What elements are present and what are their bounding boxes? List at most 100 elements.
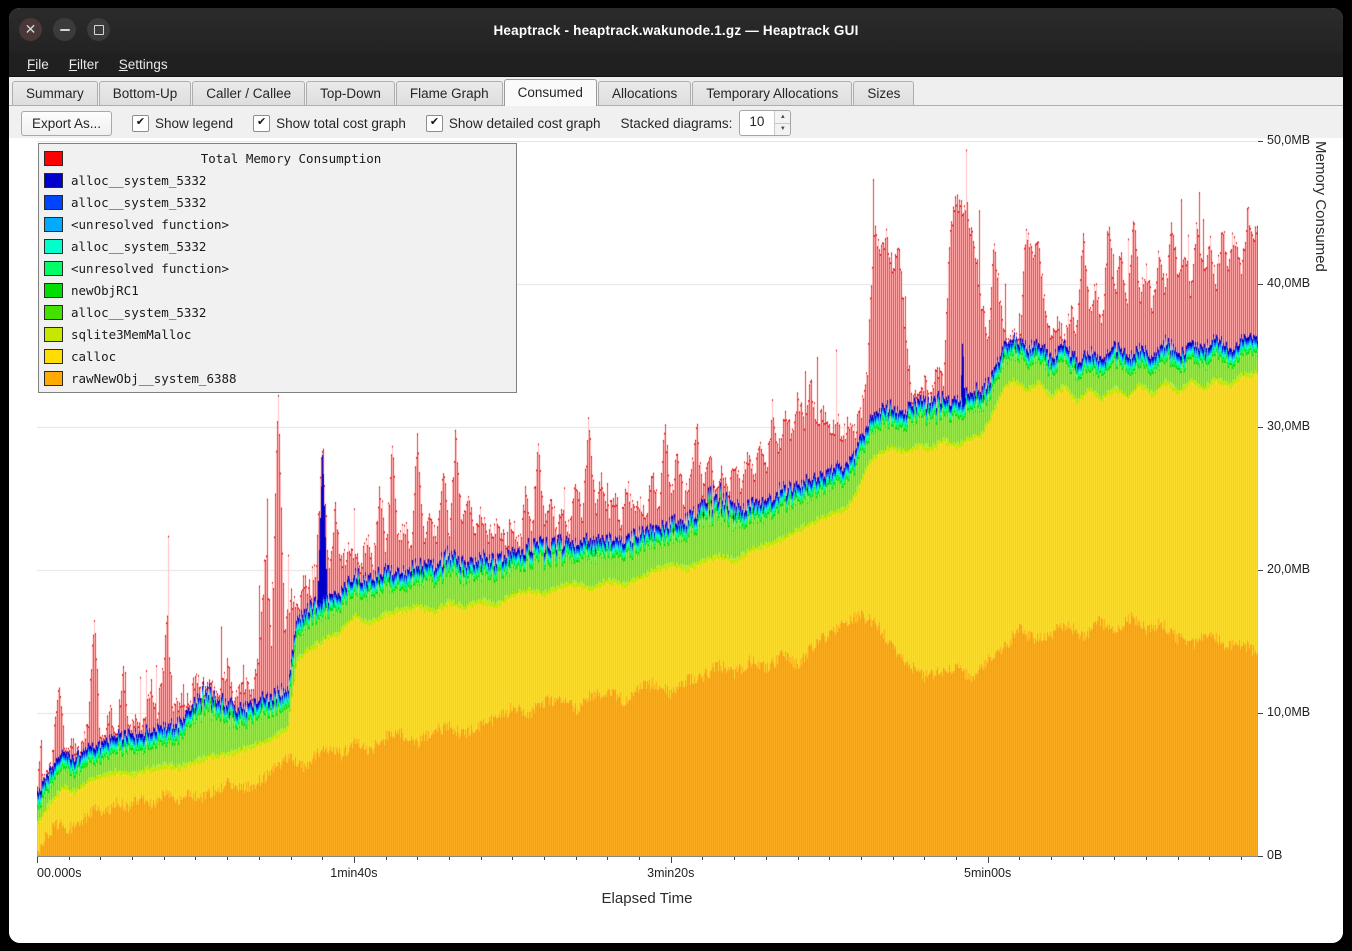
legend-label: alloc__system_5332: [71, 195, 206, 210]
y-tick-label: 30,0MB: [1267, 419, 1310, 433]
x-axis-minor-tick: [924, 857, 925, 860]
y-tick-label: 50,0MB: [1267, 133, 1310, 147]
tab-bottom-up[interactable]: Bottom-Up: [99, 81, 192, 105]
x-axis-minor-tick: [1178, 857, 1179, 860]
x-tick-label: 1min40s: [330, 866, 377, 880]
spinner-buttons: ▲ ▼: [774, 111, 790, 135]
checkbox-label: Show legend: [155, 116, 233, 131]
legend-label: <unresolved function>: [71, 217, 229, 232]
legend-item: rawNewObj__system_6388: [44, 367, 511, 389]
x-axis-minor-tick: [449, 857, 450, 860]
legend-label: alloc__system_5332: [71, 173, 206, 188]
close-button[interactable]: ✕: [19, 18, 42, 41]
x-axis-minor-tick: [1209, 857, 1210, 860]
checkbox-show-total-cost-graph[interactable]: ✔ Show total cost graph: [253, 115, 406, 132]
spinner-down-button[interactable]: ▼: [775, 124, 790, 136]
maximize-icon: [94, 25, 104, 35]
legend-swatch: [44, 239, 63, 254]
x-axis-title: Elapsed Time: [602, 890, 693, 907]
checkbox-box: ✔: [426, 115, 443, 132]
close-icon: ✕: [25, 22, 37, 36]
legend-label: alloc__system_5332: [71, 305, 206, 320]
y-tick-label: 20,0MB: [1267, 562, 1310, 576]
check-icon: ✔: [136, 117, 145, 128]
window-controls: ✕: [19, 18, 110, 41]
tab-flame-graph[interactable]: Flame Graph: [396, 81, 503, 105]
x-axis-minor-tick: [1241, 857, 1242, 860]
legend-item: alloc__system_5332: [44, 301, 511, 323]
tab-sizes[interactable]: Sizes: [853, 81, 914, 105]
x-axis-minor-tick: [576, 857, 577, 860]
maximize-button[interactable]: [87, 18, 110, 41]
export-as-button[interactable]: Export As...: [21, 111, 112, 136]
legend-swatch: [44, 217, 63, 232]
y-axis-tick: [1258, 570, 1263, 571]
x-axis-minor-tick: [481, 857, 482, 860]
tab-caller-callee[interactable]: Caller / Callee: [192, 81, 305, 105]
stacked-diagrams-spinner[interactable]: 10 ▲ ▼: [739, 110, 791, 136]
legend-item: <unresolved function>: [44, 257, 511, 279]
stacked-diagrams-control: Stacked diagrams: 10 ▲ ▼: [621, 110, 792, 136]
stacked-diagrams-label: Stacked diagrams:: [621, 116, 733, 131]
x-axis-minor-tick: [1114, 857, 1115, 860]
checkbox-box: ✔: [253, 115, 270, 132]
y-axis-title: Memory Consumed: [1312, 141, 1329, 856]
chart-legend: Total Memory Consumptionalloc__system_53…: [38, 143, 517, 393]
legend-swatch: [44, 349, 63, 364]
y-axis-tick: [1258, 141, 1263, 142]
checkbox-show-detailed-cost-graph[interactable]: ✔ Show detailed cost graph: [426, 115, 601, 132]
spinner-value: 10: [740, 111, 774, 135]
legend-label: sqlite3MemMalloc: [71, 327, 191, 342]
x-axis-minor-tick: [1051, 857, 1052, 860]
x-axis-minor-tick: [766, 857, 767, 860]
legend-item: <unresolved function>: [44, 213, 511, 235]
spinner-up-button[interactable]: ▲: [775, 111, 790, 124]
legend-swatch: [44, 327, 63, 342]
legend-swatch: [44, 173, 63, 188]
legend-item: newObjRC1: [44, 279, 511, 301]
x-axis-minor-tick: [639, 857, 640, 860]
y-axis-title-text: Memory Consumed: [1312, 141, 1329, 272]
legend-swatch: [44, 195, 63, 210]
menu-filter[interactable]: Filter: [59, 54, 109, 75]
check-icon: ✔: [257, 117, 266, 128]
x-axis-minor-tick: [164, 857, 165, 860]
x-axis-minor-tick: [417, 857, 418, 860]
tab-temporary-allocations[interactable]: Temporary Allocations: [692, 81, 852, 105]
menu-file[interactable]: File: [17, 54, 59, 75]
minimize-button[interactable]: [53, 18, 76, 41]
chart-panel: Total Memory Consumptionalloc__system_53…: [9, 138, 1343, 943]
x-tick-label: 00.000s: [37, 866, 81, 880]
legend-swatch: [44, 371, 63, 386]
legend-swatch: [44, 283, 63, 298]
x-axis-minor-tick: [829, 857, 830, 860]
titlebar[interactable]: ✕ Heaptrack - heaptrack.wakunode.1.gz — …: [9, 8, 1343, 52]
menubar: File Filter Settings: [9, 52, 1343, 77]
x-axis-minor-tick: [386, 857, 387, 860]
legend-swatch: [44, 261, 63, 276]
legend-label: alloc__system_5332: [71, 239, 206, 254]
tab-top-down[interactable]: Top-Down: [306, 81, 395, 105]
x-axis-minor-tick: [893, 857, 894, 860]
x-axis-minor-tick: [132, 857, 133, 860]
x-axis-minor-tick: [861, 857, 862, 860]
x-axis-minor-tick: [69, 857, 70, 860]
legend-item: sqlite3MemMalloc: [44, 323, 511, 345]
tab-allocations[interactable]: Allocations: [598, 81, 691, 105]
x-axis-minor-tick: [544, 857, 545, 860]
menu-settings[interactable]: Settings: [109, 54, 178, 75]
legend-swatch: [44, 305, 63, 320]
x-axis-minor-tick: [195, 857, 196, 860]
x-axis-tick: [988, 857, 989, 863]
legend-label: newObjRC1: [71, 283, 139, 298]
window-title: Heaptrack - heaptrack.wakunode.1.gz — He…: [9, 8, 1343, 52]
x-axis-minor-tick: [512, 857, 513, 860]
checkbox-show-legend[interactable]: ✔ Show legend: [132, 115, 233, 132]
tab-summary[interactable]: Summary: [12, 81, 98, 105]
tab-consumed[interactable]: Consumed: [504, 79, 597, 106]
y-axis-tick: [1258, 713, 1263, 714]
legend-item: calloc: [44, 345, 511, 367]
legend-label: calloc: [71, 349, 116, 364]
y-tick-label: 10,0MB: [1267, 705, 1310, 719]
x-axis-minor-tick: [734, 857, 735, 860]
